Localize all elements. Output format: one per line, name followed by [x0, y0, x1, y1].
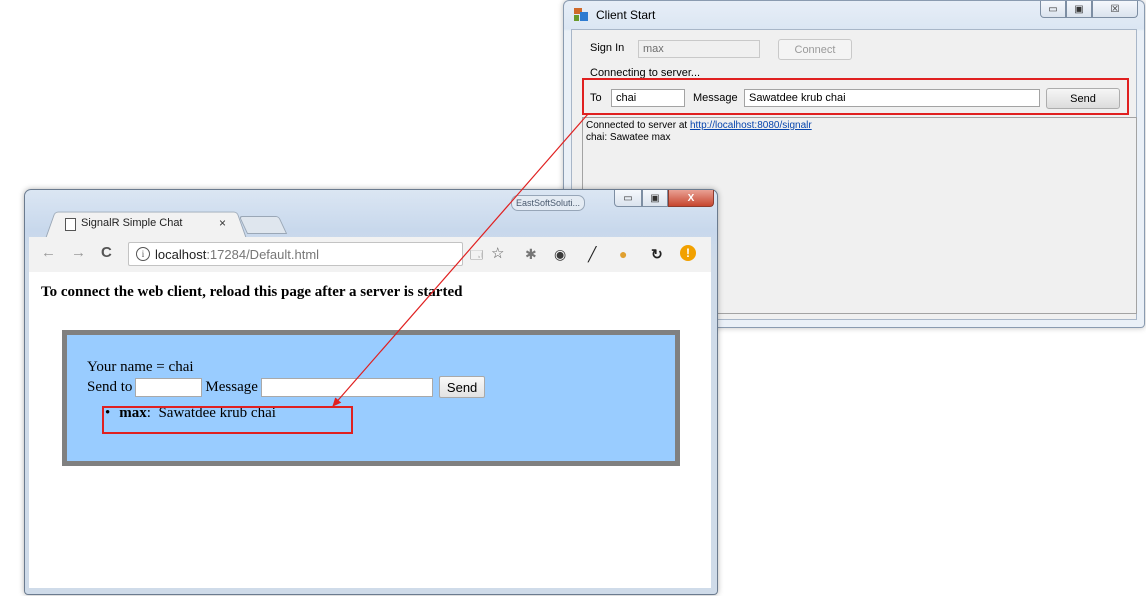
tab-title: SignalR Simple Chat — [81, 217, 183, 229]
browser-minimize-button[interactable]: ▭ — [614, 190, 642, 207]
translate-icon[interactable]: 🗔 — [470, 246, 483, 267]
close-button[interactable]: ☒ — [1092, 1, 1138, 18]
send-to-label: Send to — [87, 378, 133, 395]
your-name-value: chai — [168, 359, 194, 375]
extension-cookie-icon[interactable]: ● — [619, 246, 627, 262]
sign-in-label: Sign In — [590, 42, 625, 54]
caption-buttons: ▭ ▣ ☒ — [1040, 1, 1138, 19]
minimize-icon: ▭ — [1048, 3, 1058, 15]
address-bar[interactable]: i localhost:17284/Default.html — [128, 242, 463, 266]
your-name-label: Your name = — [87, 359, 169, 375]
extension-pen-icon[interactable]: ╱ — [588, 246, 596, 263]
message-input[interactable] — [260, 377, 433, 397]
extension-bug-icon[interactable]: ✱ — [525, 246, 537, 263]
star-icon[interactable]: ☆ — [491, 244, 504, 262]
new-tab-button[interactable] — [238, 216, 288, 234]
url-path: :17284/Default.html — [206, 247, 320, 262]
sign-in-field[interactable]: max — [638, 40, 760, 58]
browser-maximize-button[interactable]: ▣ — [642, 190, 668, 207]
browser-window: EastSoftSoluti... ▭ ▣ X SignalR Simple C… — [24, 189, 718, 595]
close-icon: ☒ — [1110, 3, 1120, 15]
page-heading: To connect the web client, reload this p… — [41, 284, 463, 300]
back-icon[interactable]: ← — [41, 244, 56, 261]
tab-close-icon[interactable]: × — [219, 216, 226, 230]
reload-icon[interactable]: C — [101, 244, 112, 261]
forward-icon[interactable]: → — [71, 244, 86, 261]
url-host: localhost — [155, 247, 207, 262]
page-icon — [65, 218, 76, 231]
message-label: Message — [205, 378, 258, 395]
connect-button[interactable]: Connect — [778, 39, 852, 60]
highlight-received-message — [102, 406, 353, 434]
log-line: chai: Sawatee max — [586, 132, 671, 143]
extension-sync-icon[interactable]: ↻ — [651, 246, 663, 263]
minimize-button[interactable]: ▭ — [1040, 1, 1066, 18]
server-url-link[interactable]: http://localhost:8080/signalr — [690, 120, 812, 131]
browser-close-button[interactable]: X — [668, 190, 714, 207]
window-title: Client Start — [596, 8, 656, 22]
browser-caption-buttons: ▭ ▣ X — [614, 190, 714, 208]
taskbar-badge: EastSoftSoluti... — [511, 195, 586, 211]
send-to-input[interactable] — [135, 377, 203, 397]
app-icon — [574, 8, 588, 21]
send-row: Send to Message Send — [87, 376, 486, 398]
browser-toolbar: ← → C i localhost:17284/Default.html 🗔 ☆… — [29, 237, 711, 273]
highlight-send-row — [582, 78, 1129, 115]
log-prefix: Connected to server at — [586, 120, 690, 131]
client-titlebar[interactable]: Client Start ▭ ▣ ☒ — [564, 1, 1144, 28]
chat-box: Your name = chai Send to Message Send ma… — [62, 330, 680, 466]
info-icon[interactable]: i — [136, 247, 150, 261]
send-button[interactable]: Send — [438, 376, 486, 398]
close-icon: X — [687, 192, 695, 204]
extension-alert-icon[interactable]: ! — [680, 245, 696, 261]
your-name-line: Your name = chai — [87, 359, 194, 376]
maximize-icon: ▣ — [1074, 3, 1084, 15]
extension-ring-icon[interactable]: ◉ — [554, 246, 566, 263]
minimize-icon: ▭ — [623, 192, 633, 204]
tab-signalr-simple-chat[interactable]: SignalR Simple Chat × — [45, 208, 247, 239]
maximize-button[interactable]: ▣ — [1066, 1, 1092, 18]
maximize-icon: ▣ — [650, 192, 660, 204]
